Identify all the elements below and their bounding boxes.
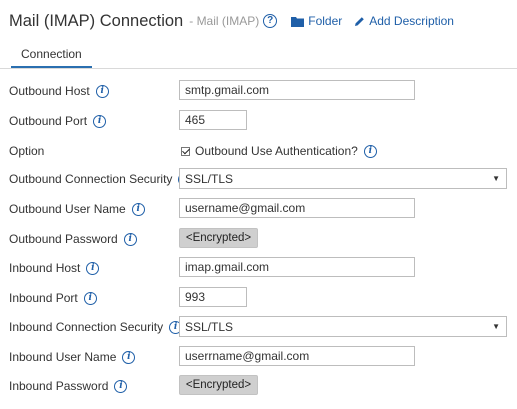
outbound-user-row: Outbound User Name i username@gmail.com bbox=[9, 198, 509, 220]
info-icon[interactable]: i bbox=[86, 261, 100, 275]
option-label: Option bbox=[9, 144, 45, 158]
outbound-host-input[interactable]: smtp.gmail.com bbox=[179, 80, 415, 100]
outbound-security-value: SSL/TLS bbox=[185, 171, 234, 186]
outbound-password-button[interactable]: <Encrypted> bbox=[179, 228, 258, 248]
page-subtitle: - Mail (IMAP) bbox=[189, 14, 260, 28]
inbound-port-input[interactable]: 993 bbox=[179, 287, 247, 307]
option-row: Option Outbound Use Authentication? i bbox=[9, 140, 509, 162]
inbound-security-select[interactable]: SSL/TLS ▼ bbox=[179, 316, 507, 337]
inbound-security-label: Inbound Connection Security bbox=[9, 320, 164, 334]
info-icon[interactable]: i bbox=[131, 202, 145, 216]
inbound-password-button[interactable]: <Encrypted> bbox=[179, 375, 258, 395]
outbound-password-label: Outbound Password bbox=[9, 232, 118, 246]
outbound-password-row: Outbound Password i <Encrypted> bbox=[9, 228, 509, 250]
inbound-security-row: Inbound Connection Security i SSL/TLS ▼ bbox=[9, 316, 509, 338]
folder-icon bbox=[291, 16, 305, 27]
inbound-host-row: Inbound Host i imap.gmail.com bbox=[9, 257, 509, 279]
folder-label: Folder bbox=[308, 14, 343, 28]
inbound-host-input[interactable]: imap.gmail.com bbox=[179, 257, 415, 277]
outbound-port-input[interactable]: 465 bbox=[179, 110, 247, 130]
inbound-password-label: Inbound Password bbox=[9, 379, 109, 393]
outbound-port-row: Outbound Port i 465 bbox=[9, 110, 509, 132]
info-icon[interactable]: i bbox=[93, 114, 107, 128]
caret-down-icon: ▼ bbox=[492, 174, 500, 183]
outbound-auth-checkbox[interactable] bbox=[181, 146, 190, 156]
folder-link[interactable]: Folder bbox=[291, 14, 342, 28]
info-icon[interactable]: i bbox=[114, 379, 128, 393]
outbound-security-label: Outbound Connection Security bbox=[9, 172, 173, 186]
inbound-user-row: Inbound User Name i userrname@gmail.com bbox=[9, 346, 509, 368]
add-description-label: Add Description bbox=[369, 14, 454, 28]
page-header: Mail (IMAP) Connection - Mail (IMAP) ? F… bbox=[9, 10, 454, 32]
tab-bar: Connection bbox=[0, 42, 517, 69]
inbound-port-label: Inbound Port bbox=[9, 291, 78, 305]
outbound-auth-label[interactable]: Outbound Use Authentication? bbox=[195, 144, 358, 158]
outbound-user-input[interactable]: username@gmail.com bbox=[179, 198, 415, 218]
info-icon[interactable]: i bbox=[363, 144, 377, 158]
tab-connection[interactable]: Connection bbox=[11, 47, 92, 68]
add-description-link[interactable]: Add Description bbox=[354, 14, 454, 28]
inbound-port-row: Inbound Port i 993 bbox=[9, 287, 509, 309]
inbound-host-label: Inbound Host bbox=[9, 261, 81, 275]
info-icon[interactable]: i bbox=[122, 350, 136, 364]
outbound-host-row: Outbound Host i smtp.gmail.com bbox=[9, 80, 509, 102]
outbound-port-label: Outbound Port bbox=[9, 114, 88, 128]
info-icon[interactable]: i bbox=[83, 291, 97, 305]
pencil-icon bbox=[355, 16, 365, 26]
inbound-user-label: Inbound User Name bbox=[9, 350, 117, 364]
outbound-host-label: Outbound Host bbox=[9, 84, 90, 98]
caret-down-icon: ▼ bbox=[492, 322, 500, 331]
outbound-security-select[interactable]: SSL/TLS ▼ bbox=[179, 168, 507, 189]
inbound-security-value: SSL/TLS bbox=[185, 319, 234, 334]
inbound-user-input[interactable]: userrname@gmail.com bbox=[179, 346, 415, 366]
info-icon[interactable]: i bbox=[123, 232, 137, 246]
page-title: Mail (IMAP) Connection bbox=[9, 11, 184, 30]
question-circle-icon[interactable]: ? bbox=[263, 14, 278, 28]
outbound-security-row: Outbound Connection Security i SSL/TLS ▼ bbox=[9, 168, 509, 190]
outbound-user-label: Outbound User Name bbox=[9, 202, 126, 216]
outbound-auth-checkbox-wrap: Outbound Use Authentication? i bbox=[181, 140, 377, 162]
info-icon[interactable]: i bbox=[95, 84, 109, 98]
inbound-password-row: Inbound Password i <Encrypted> bbox=[9, 375, 509, 397]
